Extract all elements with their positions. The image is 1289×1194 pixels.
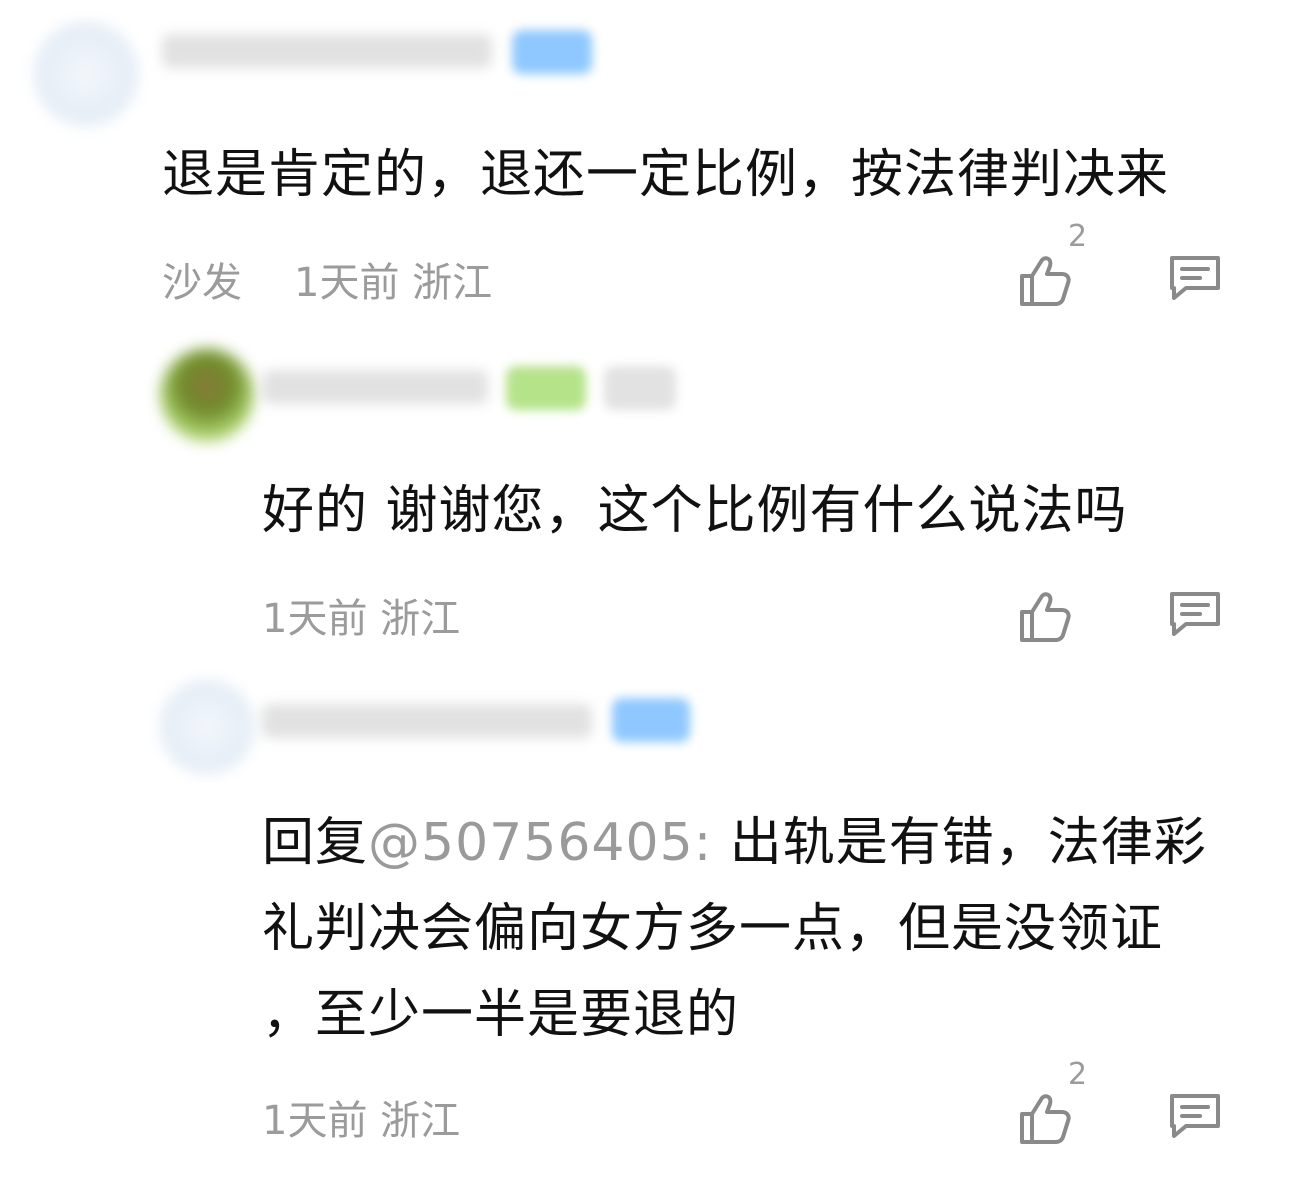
comment-text: 退是肯定的，退还一定比例，按法律判决来: [162, 145, 1170, 205]
comment-icon[interactable]: [1166, 588, 1224, 638]
comment-meta: 1天前 浙江: [262, 1096, 460, 1146]
comment-text: 回复@50756405: 出轨是有错，法律彩 礼判决会偏向女方多一点，但是没领证…: [262, 800, 1262, 1058]
like-count: 2: [1068, 219, 1088, 254]
comment-location: 浙江: [380, 1098, 461, 1144]
avatar[interactable]: [160, 680, 254, 774]
avatar[interactable]: [160, 348, 254, 442]
comment-time: 1天前: [262, 596, 368, 642]
user-badge: [612, 698, 690, 742]
comment-text: 好的 谢谢您，这个比例有什么说法吗: [262, 481, 1128, 541]
comment-meta: 1天前 浙江: [262, 594, 460, 644]
comment-text-part: 出轨是有错，法律彩: [712, 813, 1207, 873]
username-blurred[interactable]: [162, 34, 492, 68]
user-badge: [604, 366, 676, 410]
comment-time: 1天前: [294, 260, 400, 306]
comment-text-line: 回复@50756405: 出轨是有错，法律彩: [262, 800, 1262, 886]
thumbs-up-icon[interactable]: [1016, 252, 1074, 310]
username-blurred[interactable]: [262, 704, 592, 738]
comment-time: 1天前: [262, 1098, 368, 1144]
user-badge: [506, 366, 586, 410]
user-badge: [512, 30, 592, 74]
reply-tag: 沙发: [162, 260, 242, 306]
comment-text-line: 礼判决会偏向女方多一点，但是没领证: [262, 899, 1164, 959]
comment-location: 浙江: [380, 596, 461, 642]
reply-prefix: 回复: [262, 813, 369, 873]
comment-text-line: ，至少一半是要退的: [262, 985, 740, 1045]
like-count: 2: [1068, 1057, 1088, 1092]
comment-meta: 沙发 1天前 浙江: [162, 258, 492, 308]
comment-icon[interactable]: [1166, 1090, 1224, 1140]
mention-link[interactable]: @50756405:: [368, 813, 712, 873]
thumbs-up-icon[interactable]: [1016, 588, 1074, 646]
avatar[interactable]: [34, 22, 138, 126]
comment-icon[interactable]: [1166, 252, 1224, 302]
username-blurred[interactable]: [262, 370, 488, 404]
comment-location: 浙江: [412, 260, 493, 306]
thumbs-up-icon[interactable]: [1016, 1090, 1074, 1148]
